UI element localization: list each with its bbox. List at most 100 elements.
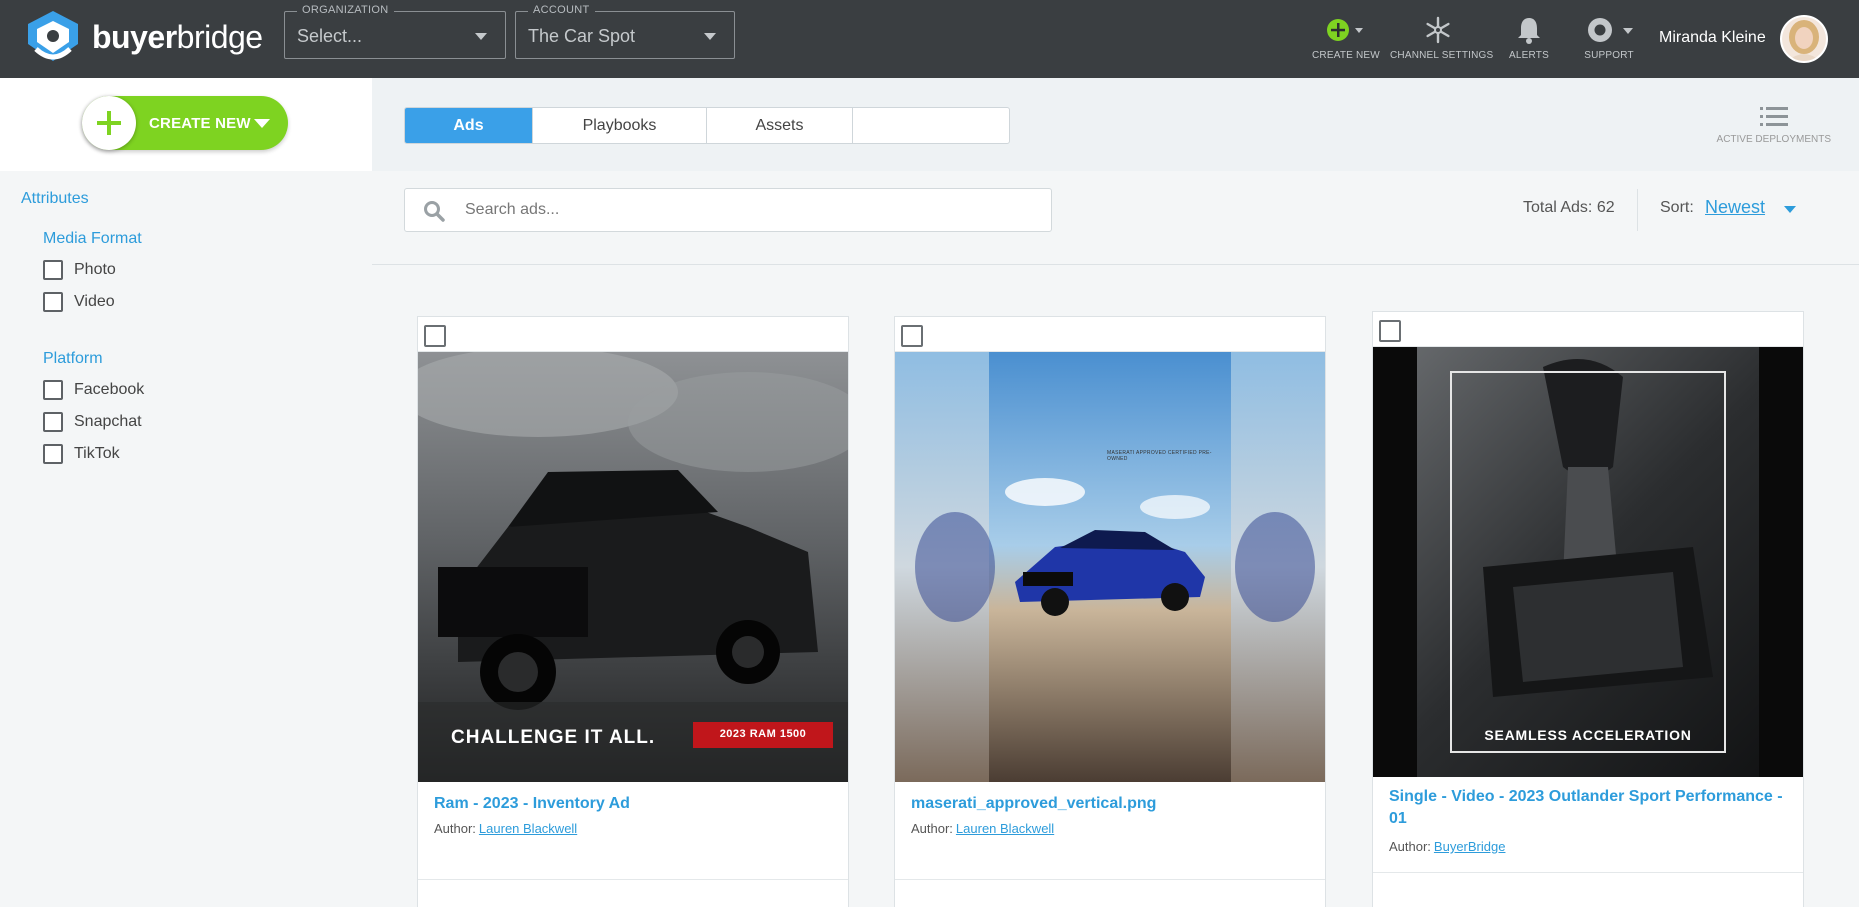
organization-legend: ORGANIZATION — [297, 4, 394, 16]
account-select[interactable]: ACCOUNT The Car Spot — [515, 4, 735, 59]
filter-tiktok-label: TikTok — [74, 445, 120, 462]
brand-logo[interactable]: buyerbridge — [22, 9, 263, 65]
sort-select[interactable]: Newest — [1705, 197, 1765, 218]
filter-video-label: Video — [74, 293, 115, 310]
nav-alerts[interactable]: ALERTS — [1502, 14, 1556, 61]
checkbox[interactable] — [43, 292, 63, 312]
nav-alerts-label: ALERTS — [1509, 50, 1549, 61]
filter-facebook-label: Facebook — [74, 381, 145, 398]
ad-title[interactable]: maserati_approved_vertical.png — [911, 793, 1311, 815]
list-icon — [1759, 107, 1788, 126]
ad-title[interactable]: Single - Video - 2023 Outlander Sport Pe… — [1389, 786, 1789, 830]
search-icon — [424, 201, 445, 222]
ad-title[interactable]: Ram - 2023 - Inventory Ad — [434, 793, 834, 815]
chevron-down-icon — [475, 33, 487, 40]
gear-shifter-image — [1373, 347, 1803, 777]
search-input[interactable] — [465, 199, 1025, 221]
top-navbar: buyerbridge ORGANIZATION Select... ACCOU… — [0, 0, 1859, 78]
total-ads-count: Total Ads: 62 — [1523, 199, 1615, 216]
filter-snapchat[interactable]: Snapchat — [43, 412, 142, 432]
checkbox[interactable] — [43, 412, 63, 432]
tab-ads[interactable]: Ads — [405, 108, 533, 143]
buyerbridge-logo-icon — [28, 11, 78, 61]
divider — [418, 879, 848, 880]
search-toolbar: Total Ads: 62 Sort: Newest — [372, 171, 1859, 265]
nav-support-label: SUPPORT — [1584, 50, 1634, 61]
create-new-button[interactable]: CREATE NEW — [82, 96, 288, 150]
brand-name: buyerbridge — [92, 18, 263, 55]
filter-tiktok[interactable]: TikTok — [43, 444, 120, 464]
checkbox[interactable] — [43, 380, 63, 400]
organization-value: Select... — [297, 26, 363, 46]
checkbox[interactable] — [43, 444, 63, 464]
divider — [1637, 189, 1638, 231]
user-name[interactable]: Miranda Kleine — [1659, 29, 1766, 47]
ad-image-caption: SEAMLESS ACCELERATION — [1484, 727, 1692, 743]
plus-circle-icon — [1327, 19, 1363, 41]
filter-sidebar: Attributes Media Format Photo Video Plat… — [0, 171, 372, 907]
ad-card[interactable]: CHALLENGE IT ALL. 2023 RAM 1500 Ram - 20… — [417, 316, 849, 907]
filter-facebook[interactable]: Facebook — [43, 380, 144, 400]
nav-channel-settings-label: CHANNEL SETTINGS — [1390, 50, 1494, 61]
card-checkbox[interactable] — [424, 325, 446, 347]
filter-video[interactable]: Video — [43, 292, 115, 312]
filter-photo-label: Photo — [74, 261, 116, 278]
author-link[interactable]: Lauren Blackwell — [479, 821, 577, 836]
plus-icon — [82, 96, 136, 150]
ad-thumbnail[interactable]: SEAMLESS ACCELERATION — [1373, 347, 1803, 777]
sidebar-header: CREATE NEW — [0, 78, 372, 171]
author-label: Author: — [911, 821, 953, 836]
ad-thumbnail[interactable]: MASERATI APPROVED CERTIFIED PRE-OWNED — [895, 352, 1325, 782]
author-label: Author: — [434, 821, 476, 836]
ad-author: Author: BuyerBridge — [1389, 839, 1505, 854]
avatar[interactable] — [1780, 15, 1828, 63]
chevron-down-icon — [254, 119, 270, 128]
nav-channel-settings[interactable]: CHANNEL SETTINGS — [1390, 14, 1494, 61]
nav-create-new[interactable]: CREATE NEW — [1312, 14, 1380, 61]
author-link[interactable]: BuyerBridge — [1434, 839, 1506, 854]
divider — [895, 879, 1325, 880]
ad-card[interactable]: SEAMLESS ACCELERATION Single - Video - 2… — [1372, 311, 1804, 907]
card-header — [895, 317, 1325, 352]
ad-thumbnail[interactable]: CHALLENGE IT ALL. 2023 RAM 1500 — [418, 352, 848, 782]
ad-author: Author: Lauren Blackwell — [911, 821, 1054, 836]
active-deployments-button[interactable]: ACTIVE DEPLOYMENTS — [1717, 104, 1831, 145]
ad-image-badge: MASERATI APPROVED CERTIFIED PRE-OWNED — [1107, 450, 1212, 462]
author-link[interactable]: Lauren Blackwell — [956, 821, 1054, 836]
nav-create-new-label: CREATE NEW — [1312, 50, 1380, 61]
search-box[interactable] — [404, 188, 1052, 232]
lifebuoy-icon — [1588, 18, 1633, 42]
media-format-heading: Media Format — [43, 230, 142, 247]
ad-author: Author: Lauren Blackwell — [434, 821, 577, 836]
attributes-heading: Attributes — [21, 190, 89, 207]
active-deployments-label: ACTIVE DEPLOYMENTS — [1716, 134, 1831, 145]
card-header — [1373, 312, 1803, 347]
ad-card[interactable]: MASERATI APPROVED CERTIFIED PRE-OWNED ma… — [894, 316, 1326, 907]
ad-image-badge: 2023 RAM 1500 — [719, 728, 807, 740]
tab-assets[interactable]: Assets — [707, 108, 853, 143]
ram-truck-image — [418, 352, 848, 782]
filter-photo[interactable]: Photo — [43, 260, 116, 280]
divider — [1373, 872, 1803, 873]
account-legend: ACCOUNT — [528, 4, 595, 16]
chevron-down-icon — [704, 33, 716, 40]
create-new-label: CREATE NEW — [149, 115, 251, 132]
card-header — [418, 317, 848, 352]
account-value: The Car Spot — [528, 26, 636, 46]
card-checkbox[interactable] — [901, 325, 923, 347]
tab-playbooks[interactable]: Playbooks — [533, 108, 707, 143]
maserati-car-image — [895, 352, 1325, 782]
organization-select[interactable]: ORGANIZATION Select... — [284, 4, 506, 59]
nav-support[interactable]: SUPPORT — [1574, 14, 1644, 61]
ad-image-caption: CHALLENGE IT ALL. — [451, 727, 656, 748]
ads-grid: CHALLENGE IT ALL. 2023 RAM 1500 Ram - 20… — [372, 266, 1859, 907]
author-label: Author: — [1389, 839, 1431, 854]
platform-heading: Platform — [43, 350, 103, 367]
content-tabs: Ads Playbooks Assets — [404, 107, 1010, 144]
card-checkbox[interactable] — [1379, 320, 1401, 342]
user-avatar-image — [1782, 17, 1826, 61]
chevron-down-icon[interactable] — [1784, 206, 1796, 213]
main-header: Ads Playbooks Assets ACTIVE DEPLOYMENTS — [372, 78, 1859, 171]
tab-empty[interactable] — [853, 108, 1009, 143]
checkbox[interactable] — [43, 260, 63, 280]
